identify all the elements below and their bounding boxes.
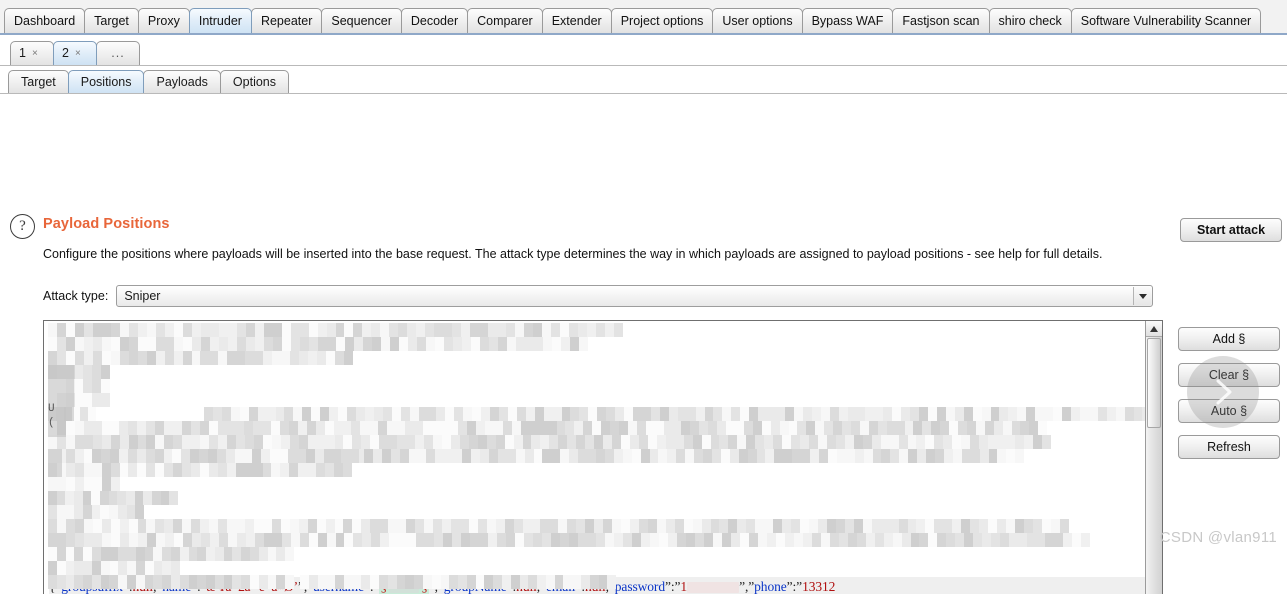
request-editor-canvas[interactable]: {”groupsuffix”:null,”name”:”æ ¥å £ä° é å… (44, 321, 1145, 594)
attack-tab-moremoremore[interactable]: ... (96, 41, 140, 65)
help-icon[interactable]: ? (10, 214, 35, 239)
main-tab-label: Decoder (410, 14, 459, 28)
close-icon[interactable]: × (75, 42, 81, 65)
main-tab-label: Fastjson scan (902, 14, 980, 28)
sub-tab-options[interactable]: Options (219, 70, 290, 93)
request-glyph-remnant: U (48, 403, 55, 415)
main-tab-intruder[interactable]: Intruder (188, 8, 252, 33)
chevron-down-icon[interactable] (1133, 287, 1152, 305)
main-tab-dashboard[interactable]: Dashboard (4, 8, 86, 33)
json-token: ”,” (739, 579, 755, 594)
redacted-request-line (204, 407, 1145, 421)
add-payload-position-button[interactable]: Add § (1178, 327, 1280, 351)
main-tab-decoder[interactable]: Decoder (400, 8, 469, 33)
json-token: 1 (680, 579, 688, 594)
sub-tab-label: Positions (80, 75, 132, 89)
clear-payload-positions-button[interactable]: Clear § (1178, 363, 1280, 387)
redacted-request-line (48, 351, 353, 365)
scroll-up-arrow-icon[interactable] (1146, 321, 1162, 337)
main-tab-software-vulnerability-scanner[interactable]: Software Vulnerability Scanner (1070, 8, 1262, 33)
main-tab-comparer[interactable]: Comparer (467, 8, 543, 33)
redacted-request-line (48, 533, 1091, 547)
redacted-request-line (48, 491, 179, 505)
attack-type-value: Sniper (124, 289, 161, 303)
sub-tab-label: Payloads (156, 75, 208, 89)
main-tab-bypass-waf[interactable]: Bypass WAF (801, 8, 894, 33)
redacted-request-line (48, 519, 1069, 533)
redacted-request-line (48, 337, 588, 351)
redacted-request-line (48, 477, 120, 491)
redacted-request-line (48, 547, 294, 561)
attack-tab-1[interactable]: 1 × (10, 41, 54, 65)
main-tab-user-options[interactable]: User options (712, 8, 803, 33)
sub-tab-positions[interactable]: Positions (67, 70, 145, 93)
main-tab-label: Comparer (477, 14, 533, 28)
main-tab-label: Sequencer (331, 14, 392, 28)
redacted-request-line (48, 505, 145, 519)
redacted-request-line (48, 561, 180, 575)
sub-tab-target[interactable]: Target (8, 70, 69, 93)
attack-tab-label: ... (111, 46, 125, 60)
main-tab-label: Bypass WAF (811, 14, 884, 28)
main-tab-label: Target (94, 14, 129, 28)
main-tab-label: Software Vulnerability Scanner (1080, 14, 1252, 28)
main-tab-proxy[interactable]: Proxy (137, 8, 190, 33)
request-editor[interactable]: {”groupsuffix”:null,”name”:”æ ¥å £ä° é å… (43, 320, 1163, 594)
redacted-request-line (364, 449, 1025, 463)
main-tab-sequencer[interactable]: Sequencer (321, 8, 402, 33)
refresh-button[interactable]: Refresh (1178, 435, 1280, 459)
sub-tab-label: Target (21, 75, 56, 89)
auto-payload-positions-button[interactable]: Auto § (1178, 399, 1280, 423)
json-token: ”:” (664, 579, 681, 594)
main-tab-label: Project options (620, 14, 704, 28)
main-tab-repeater[interactable]: Repeater (250, 8, 323, 33)
start-attack-button[interactable]: Start attack (1180, 218, 1282, 242)
redacted-request-line (48, 435, 1051, 449)
redacted-request-line (48, 463, 352, 477)
attack-type-label: Attack type: (43, 289, 109, 303)
sub-tab-payloads[interactable]: Payloads (143, 70, 221, 93)
redacted-request-line (48, 575, 294, 589)
section-description: Configure the positions where payloads w… (43, 247, 1103, 261)
main-tab-shiro-check[interactable]: shiro check (988, 8, 1072, 33)
positions-panel: ? Payload Positions Configure the positi… (0, 94, 1287, 594)
redacted-request-line (48, 323, 623, 337)
request-glyph-remnant: ( (48, 417, 55, 429)
attack-tab-label: 2 (62, 46, 69, 60)
main-tab-label: Repeater (260, 14, 313, 28)
main-tab-bar: Dashboard Target Proxy Intruder Repeater Sequ… (0, 0, 1287, 35)
attack-type-select[interactable]: Sniper (116, 285, 1154, 307)
sub-tab-label: Options (232, 75, 277, 89)
json-token: phone (754, 579, 787, 594)
attack-tab-2[interactable]: 2 × (53, 41, 97, 65)
main-tab-extender[interactable]: Extender (541, 8, 612, 33)
json-token: password (614, 579, 665, 594)
main-tab-fastjson-scan[interactable]: Fastjson scan (892, 8, 990, 33)
scrollbar-thumb[interactable] (1147, 338, 1161, 428)
main-tab-target[interactable]: Target (84, 8, 139, 33)
redacted-request-line (300, 575, 617, 589)
main-tab-label: shiro check (998, 14, 1062, 28)
watermark: CSDN @vlan911 (1159, 529, 1277, 546)
main-tab-label: Proxy (147, 14, 180, 28)
main-tab-project-options[interactable]: Project options (610, 8, 714, 33)
attack-tab-label: 1 (19, 46, 26, 60)
main-tab-label: Intruder (198, 14, 242, 28)
json-token: 13312 (802, 579, 836, 594)
attack-instance-tab-bar: 1 × 2 ×... (0, 35, 1287, 66)
main-tab-label: Dashboard (14, 14, 76, 28)
request-editor-scrollbar[interactable] (1145, 321, 1162, 594)
attack-type-row: Attack type: Sniper (43, 285, 1154, 307)
json-token: ”:” (786, 579, 803, 594)
page-title: Payload Positions (43, 216, 170, 232)
redacted-request-line (48, 421, 1048, 435)
redacted-request-block (48, 449, 62, 477)
redacted-password (687, 582, 740, 594)
main-tab-label: User options (722, 14, 793, 28)
intruder-sub-tab-bar: Target Positions Payloads Options (0, 66, 1287, 94)
main-tab-label: Extender (551, 14, 602, 28)
close-icon[interactable]: × (32, 42, 38, 65)
